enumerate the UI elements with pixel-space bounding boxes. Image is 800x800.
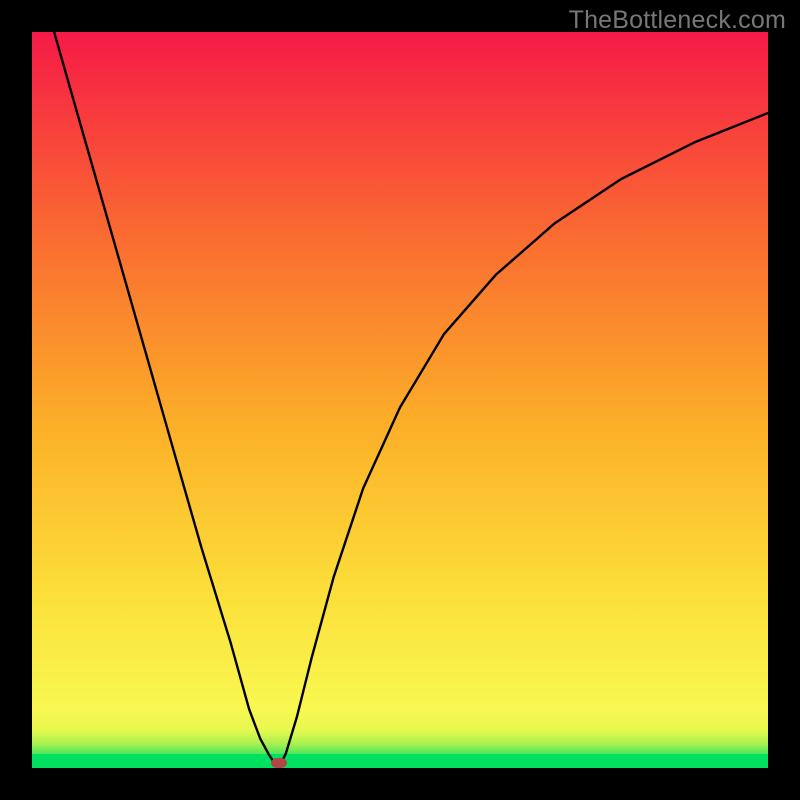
curve-left-branch xyxy=(54,32,279,768)
chart-frame: TheBottleneck.com xyxy=(0,0,800,800)
plot-area xyxy=(32,32,768,768)
bottleneck-curve xyxy=(32,32,768,768)
watermark-text: TheBottleneck.com xyxy=(569,6,786,35)
curve-right-branch xyxy=(279,113,768,768)
minimum-marker xyxy=(271,758,287,768)
